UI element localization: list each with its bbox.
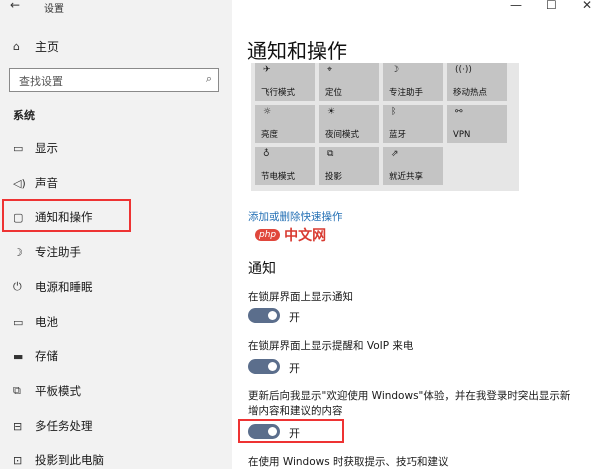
tile-nearby-share[interactable]: ⇗ 就近共享 [383,147,443,185]
tile-battery-saver[interactable]: ♁ 节电模式 [255,147,315,185]
search-placeholder: 查找设置 [19,75,63,88]
tile-project[interactable]: ⧉ 投影 [319,147,379,185]
storage-icon: ▬ [13,349,24,363]
sidebar-item-storage[interactable]: ▬ 存储 [13,348,58,364]
quick-actions-panel: ✈ 飞行模式 ⌖ 定位 ☽ 专注助手 ((·)) 移动热点 ☼ 亮度 ☀ 夜间模… [251,63,519,191]
sidebar-item-display[interactable]: ▭ 显示 [13,140,58,156]
tile-label: 专注助手 [389,88,424,98]
edit-quick-actions-link[interactable]: 添加或删除快速操作 [248,209,343,224]
monitor-icon: ▭ [13,141,24,155]
tile-vpn[interactable]: ⚯ VPN [447,105,507,143]
power-icon: ⏻ [13,280,22,293]
sidebar-item-label: 电源和睡眠 [35,280,93,294]
tile-label: 移动热点 [453,88,488,98]
tile-bluetooth[interactable]: ᛒ 蓝牙 [383,105,443,143]
night-light-icon: ☀ [327,107,336,117]
bluetooth-icon: ᛒ [391,107,397,117]
tile-location[interactable]: ⌖ 定位 [319,63,379,101]
vpn-icon: ⚯ [455,107,463,117]
tile-label: 亮度 [261,130,279,140]
home-icon: ⌂ [13,40,20,53]
tile-label: 就近共享 [389,172,424,182]
notifications-heading: 通知 [248,261,276,277]
sidebar-item-label: 多任务处理 [35,419,93,433]
watermark: php 中文网 [255,225,326,245]
setting-label: 更新后向我显示"欢迎使用 Windows"体验，并在我登录时突出显示新增内容和建… [248,390,571,417]
sidebar-item-power[interactable]: ⏻ 电源和睡眠 [13,279,93,295]
multitask-icon: ⊟ [13,419,23,433]
battery-saver-icon: ♁ [263,149,270,159]
section-label: 系统 [13,109,35,122]
sidebar-item-label: 投影到此电脑 [35,453,104,467]
setting-label: 在锁屏界面上显示通知 [248,291,353,303]
tile-label: 投影 [325,172,343,182]
tile-label: 飞行模式 [261,88,296,98]
minimize-button[interactable]: — [510,0,522,12]
tile-night-light[interactable]: ☀ 夜间模式 [319,105,379,143]
sidebar-item-label: 平板模式 [35,384,81,398]
toggle-state-label: 开 [289,311,300,324]
tile-mobile-hotspot[interactable]: ((·)) 移动热点 [447,63,507,101]
search-icon: ⌕ [205,72,212,85]
watermark-text: 中文网 [284,228,327,244]
selection-highlight-box [2,199,131,232]
tile-label: 定位 [325,88,343,98]
sidebar-item-multitasking[interactable]: ⊟ 多任务处理 [13,418,93,434]
project-icon: ⧉ [327,149,334,159]
sidebar-home[interactable]: ⌂ 主页 [13,38,59,55]
close-button[interactable]: ✕ [582,0,592,12]
search-input[interactable]: 查找设置 ⌕ [9,68,219,92]
tile-airplane-mode[interactable]: ✈ 飞行模式 [255,63,315,101]
airplane-icon: ✈ [263,65,271,75]
tile-focus-assist[interactable]: ☽ 专注助手 [383,63,443,101]
sidebar-item-project[interactable]: ⊡ 投影到此电脑 [13,452,104,468]
sidebar-item-battery[interactable]: ▭ 电池 [13,314,58,330]
tablet-icon: ⧉ [13,384,21,397]
projector-icon: ⊡ [13,453,23,467]
setting-label: 在使用 Windows 时获取提示、技巧和建议 [248,456,449,468]
sidebar-item-label: 专注助手 [35,245,81,259]
home-label: 主页 [35,40,60,54]
tile-label: 夜间模式 [325,130,360,140]
speaker-icon: ◁) [13,176,26,190]
toggle-highlight-box [238,419,344,443]
moon-icon: ☽ [391,65,400,75]
hotspot-icon: ((·)) [455,65,472,75]
tile-label: 蓝牙 [389,130,407,140]
toggle-knob [268,311,277,320]
tile-brightness[interactable]: ☼ 亮度 [255,105,315,143]
toggle-state-label: 开 [289,362,300,375]
sidebar-item-label: 声音 [35,176,58,190]
setting-label: 在锁屏界面上显示提醒和 VoIP 来电 [248,340,414,352]
tile-label: VPN [453,130,471,140]
brightness-icon: ☼ [263,107,272,117]
lockscreen-notifications-toggle[interactable] [248,308,280,323]
maximize-button[interactable]: ☐ [546,0,557,12]
window-title: 设置 [44,4,64,15]
page-title: 通知和操作 [247,39,347,63]
sidebar-item-focus-assist[interactable]: ☽ 专注助手 [13,244,81,260]
title-bar: ← 设置 — ☐ ✕ [0,0,600,15]
back-button[interactable]: ← [10,0,20,12]
toggle-knob [268,362,277,371]
sidebar-item-label: 电池 [35,315,58,329]
sidebar: ⌂ 主页 查找设置 ⌕ 系统 ▭ 显示 ◁) 声音 ▢ 通知和操作 ☽ 专注助手… [0,0,232,469]
sidebar-item-label: 存储 [35,349,58,363]
nearby-share-icon: ⇗ [391,149,399,159]
location-icon: ⌖ [327,65,333,75]
sidebar-item-sound[interactable]: ◁) 声音 [13,175,58,191]
lockscreen-reminders-toggle[interactable] [248,359,280,374]
sidebar-item-label: 显示 [35,141,58,155]
moon-icon: ☽ [13,245,23,259]
sidebar-item-tablet[interactable]: ⧉ 平板模式 [13,383,81,399]
watermark-badge: php [255,229,281,241]
tile-label: 节电模式 [261,172,296,182]
battery-icon: ▭ [13,315,24,329]
